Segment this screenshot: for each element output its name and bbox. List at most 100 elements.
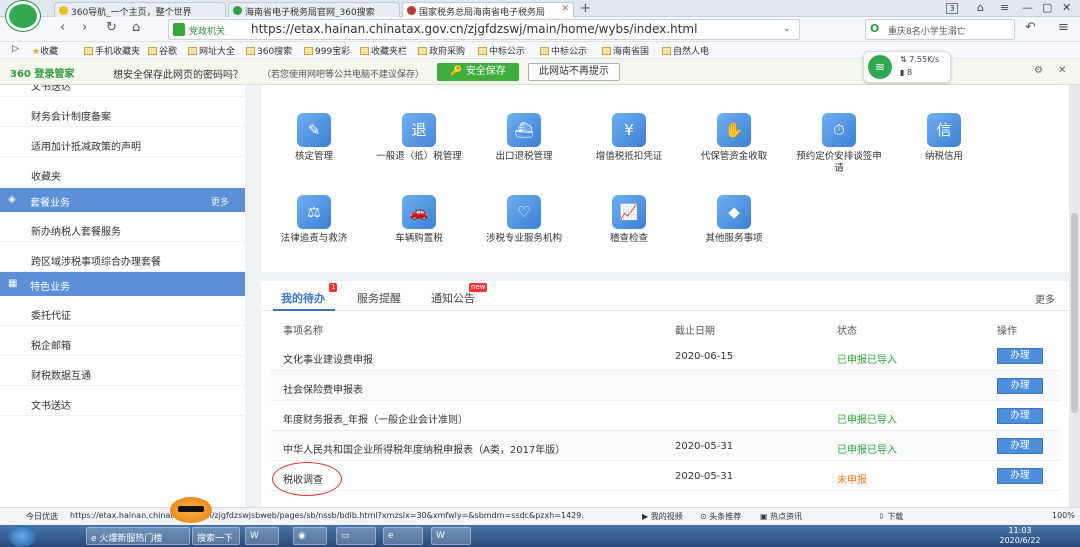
service-item[interactable]: 信纳税信用 [899, 113, 989, 163]
menu-icon[interactable]: ≡ [1000, 1, 1009, 14]
header-status: 状态 [837, 326, 857, 337]
service-item[interactable]: ✋ 代保管资金收取 [689, 113, 779, 163]
service-item[interactable]: ⛴ 出口退税管理 [479, 113, 569, 163]
handle-button[interactable]: 办理 [997, 378, 1043, 394]
sidebar-item[interactable]: 税企邮箱 [0, 326, 245, 356]
sidebar-header-special[interactable]: ▦ 特色业务 [0, 272, 245, 296]
home-icon[interactable]: ⌂ [132, 20, 140, 35]
scrollbar-thumb[interactable] [1071, 213, 1078, 413]
service-label: 代保管资金收取 [700, 151, 768, 162]
close-icon[interactable]: ✕ [1058, 65, 1066, 76]
folder-icon [360, 47, 369, 55]
sidebar-item[interactable]: 财税数据互通 [0, 356, 245, 386]
taskbar-app[interactable]: e [383, 527, 423, 545]
sidebar-item[interactable]: 跨区域涉税事项综合办理套餐 [0, 242, 245, 272]
favorite-item[interactable]: 中标公示 [540, 44, 587, 57]
row-item-name: 文化事业建设费申报 [283, 355, 373, 366]
tab-360-search[interactable]: 海南省电子税务局官网_360搜索 [228, 2, 400, 17]
service-item[interactable]: 🚗 车辆购置税 [374, 195, 464, 245]
status-left[interactable]: 今日优选 [26, 511, 58, 522]
favorite-item[interactable]: 自然人电 [662, 44, 709, 57]
url-text[interactable]: https://etax.hainan.chinatax.gov.cn/zjgf… [251, 22, 697, 36]
forward-icon[interactable]: › [82, 20, 87, 35]
search-box[interactable]: O 重庆8名小学生溺亡 [865, 19, 1015, 40]
favorite-item[interactable]: 收藏夹栏 [360, 44, 407, 57]
favorite-item[interactable]: 手机收藏夹 [84, 44, 140, 57]
sidebar-item[interactable]: 新办纳税人套餐服务 [0, 212, 245, 242]
refresh-icon[interactable]: ↻ [106, 20, 117, 35]
sidebar-item[interactable]: 文书送达 [0, 386, 245, 416]
favorite-item[interactable]: ★收藏 [32, 44, 58, 57]
back-icon[interactable]: ‹ [60, 20, 65, 35]
tab-my-todo[interactable]: 我的待办 [281, 290, 325, 306]
browser-logo-icon[interactable] [6, 1, 40, 31]
status-url: https://etax.hainan.chinatax.gov.cn/zjgf… [70, 511, 584, 520]
menu-icon[interactable]: ≡ [1058, 20, 1069, 35]
new-tab-button[interactable]: + [580, 1, 591, 16]
close-icon[interactable]: ✕ [561, 4, 569, 14]
tab-notice[interactable]: 通知公告 [431, 290, 475, 306]
clock[interactable]: 11:03 2020/6/22 [990, 526, 1050, 546]
service-item[interactable]: ♡ 涉税专业服务机构 [479, 195, 569, 245]
close-window-icon[interactable]: ✕ [1062, 1, 1071, 14]
save-password-button[interactable]: 🔑 安全保存 [437, 63, 519, 81]
chevron-down-icon[interactable]: ⌄ [783, 23, 791, 34]
status-item[interactable]: ▣ 热点资讯 [760, 511, 802, 522]
service-item[interactable]: ◆ 其他服务事项 [689, 195, 779, 245]
taskbar-item[interactable]: e 火爆新服热门楼 [86, 527, 190, 545]
tab-counter[interactable]: 3 [946, 3, 958, 14]
scrollbar[interactable] [1069, 85, 1080, 507]
favorite-item[interactable]: 谷歌 [148, 44, 177, 57]
status-item[interactable]: ▶ 我的视频 [642, 511, 683, 522]
status-item[interactable]: ⊙ 头条推荐 [700, 511, 741, 522]
tab-etax[interactable]: 国家税务总局海南省电子税务局 ✕ [402, 2, 574, 17]
start-button[interactable] [8, 525, 36, 547]
more-link[interactable]: 更多 [211, 195, 229, 208]
tab-service-reminder[interactable]: 服务提醒 [357, 290, 401, 306]
network-speed-widget[interactable]: ≋ ⇅ 7.55K/s ▮ 8 [863, 51, 951, 83]
favorite-item[interactable]: 360搜索 [246, 44, 292, 57]
gear-icon[interactable]: ⚙ [1034, 65, 1043, 76]
zoom-level[interactable]: 100% [1052, 511, 1075, 520]
tab-360-nav[interactable]: 360导航_一个主页，整个世界 [54, 2, 226, 17]
favorite-item[interactable]: 政府采购 [418, 44, 465, 57]
favorite-item[interactable]: 999宝彩 [304, 44, 350, 57]
service-item[interactable]: ¥ 增值税抵扣凭证 [584, 113, 674, 163]
sidebar-item[interactable]: 财务会计制度备案 [0, 97, 245, 127]
favorite-item[interactable]: 网址大全 [188, 44, 235, 57]
handle-button[interactable]: 办理 [997, 348, 1043, 364]
sidebar-item[interactable]: 文书送达 [0, 85, 245, 97]
sidebar-item[interactable]: 委托代征 [0, 296, 245, 326]
undo-icon[interactable]: ↶ [1025, 20, 1036, 35]
taskbar-app[interactable]: ◉ [293, 527, 327, 545]
service-item[interactable]: ⏱ 预约定价安排谈签申请 [794, 113, 884, 175]
service-item[interactable]: 📈 稽查检查 [584, 195, 674, 245]
handle-button[interactable]: 办理 [997, 408, 1043, 424]
search-input[interactable]: 重庆8名小学生溺亡 [888, 24, 966, 37]
favorite-item[interactable]: 中标公示 [478, 44, 525, 57]
more-link[interactable]: 更多 [1035, 291, 1055, 306]
favorites-toggle-icon[interactable]: ▷ [12, 44, 19, 54]
never-prompt-button[interactable]: 此网站不再提示 [528, 63, 620, 81]
minimize-icon[interactable]: — [1022, 1, 1033, 14]
status-item[interactable]: ⇩ 下载 [878, 511, 903, 522]
sidebar-header-package[interactable]: ◈ 套餐业务 更多 [0, 188, 245, 212]
handle-button[interactable]: 办理 [997, 438, 1043, 454]
service-item[interactable]: ⚖ 法律追责与救济 [269, 195, 359, 245]
service-item[interactable]: 退一般退（抵）税管理 [374, 113, 464, 163]
taskbar-app[interactable]: W [245, 527, 279, 545]
taskbar-search[interactable]: 搜索一下 [192, 527, 240, 545]
taskbar-app[interactable]: W [431, 527, 471, 545]
taskbar-app[interactable]: ▭ [336, 527, 376, 545]
status-bar: 今日优选 https://etax.hainan.chinatax.gov.cn… [0, 507, 1080, 525]
maximize-icon[interactable]: ▢ [1042, 1, 1052, 14]
table-row: 年度财务报表_年报（一般企业会计准则） 已申报已导入 办理 [271, 401, 1061, 431]
browser-360-icon: e [388, 531, 394, 541]
favorite-item[interactable]: 海南省国 [602, 44, 649, 57]
sidebar-item[interactable]: 适用加计抵减政策的声明 [0, 127, 245, 157]
address-bar[interactable]: 党政机关 https://etax.hainan.chinatax.gov.cn… [168, 19, 800, 40]
handle-button[interactable]: 办理 [997, 468, 1043, 484]
sidebar-item[interactable]: 收藏夹 [0, 157, 245, 187]
service-item[interactable]: ✎ 核定管理 [269, 113, 359, 163]
skin-icon[interactable]: ⌂ [977, 1, 984, 14]
